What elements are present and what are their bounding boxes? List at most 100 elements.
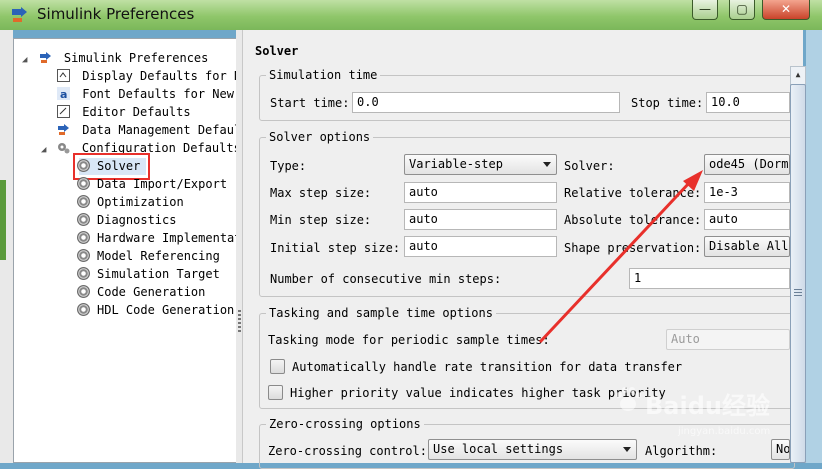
zero-crossing-control-dropdown[interactable]: Use local settings xyxy=(428,439,637,460)
simulink-app-icon xyxy=(10,6,30,24)
shape-preservation-dropdown[interactable]: Disable All xyxy=(704,236,790,257)
window-title: Simulink Preferences xyxy=(37,5,195,23)
algorithm-dropdown[interactable]: No xyxy=(771,439,790,460)
tree-item-label: Solver xyxy=(97,159,141,173)
tasking-options-legend: Tasking and sample time options xyxy=(266,305,496,321)
scroll-up-arrow-icon[interactable]: ▲ xyxy=(790,66,806,83)
gear-icon xyxy=(77,303,90,316)
min-step-size-label: Min step size: xyxy=(270,213,372,227)
max-step-size-label: Max step size: xyxy=(270,186,372,200)
panel-splitter[interactable] xyxy=(236,30,243,463)
stop-time-label: Stop time: xyxy=(631,96,704,110)
collapse-arrow-icon[interactable]: ◢ xyxy=(22,55,27,65)
gear-icon xyxy=(77,177,90,190)
max-step-size-field[interactable]: auto xyxy=(404,182,557,203)
initial-step-size-field[interactable]: auto xyxy=(404,236,557,257)
simulink-root-icon xyxy=(39,52,51,63)
splitter-grip-icon[interactable] xyxy=(238,310,241,332)
scrollbar-grip-icon xyxy=(794,289,802,298)
tree-item-label: Simulation Target xyxy=(97,267,220,281)
maximize-button[interactable]: ▢ xyxy=(729,0,755,20)
type-dropdown[interactable]: Variable-step xyxy=(404,154,557,175)
tree-item-solver[interactable]: Solver xyxy=(77,157,140,175)
priority-label: Higher priority value indicates higher t… xyxy=(290,386,666,400)
tree-item-simulation-target[interactable]: Simulation Target xyxy=(77,265,220,283)
gear-icon xyxy=(77,285,90,298)
type-label: Type: xyxy=(270,159,307,173)
minimize-button[interactable]: — xyxy=(692,0,718,20)
algorithm-label: Algorithm: xyxy=(645,444,718,458)
tree-item-display-defaults[interactable]: Display Defaults for New xyxy=(57,67,256,85)
gear-icon xyxy=(77,159,90,172)
zero-crossing-control-value: Use local settings xyxy=(433,442,564,456)
consecutive-min-steps-field[interactable]: 1 xyxy=(629,268,790,289)
rate-transition-label: Automatically handle rate transition for… xyxy=(292,360,683,374)
initial-step-size-label: Initial step size: xyxy=(270,241,401,255)
font-defaults-icon: a xyxy=(57,87,70,100)
tree-item-label: Editor Defaults xyxy=(82,105,191,119)
tree-item-data-management[interactable]: Data Management Default xyxy=(57,121,248,139)
editor-defaults-icon xyxy=(57,105,70,118)
tree-item-label: Font Defaults for New M xyxy=(82,87,249,101)
type-dropdown-value: Variable-step xyxy=(409,157,503,171)
tree-item-label: Optimization xyxy=(97,195,184,209)
tree-item-editor-defaults[interactable]: Editor Defaults xyxy=(57,103,191,121)
relative-tolerance-label: Relative tolerance: xyxy=(564,186,702,200)
gear-icon xyxy=(77,267,90,280)
simulation-time-legend: Simulation time xyxy=(266,67,381,83)
tree-item-diagnostics[interactable]: Diagnostics xyxy=(77,211,176,229)
rate-transition-checkbox[interactable] xyxy=(270,359,285,374)
tree-item-label: Diagnostics xyxy=(97,213,177,227)
priority-checkbox[interactable] xyxy=(268,385,283,400)
min-step-size-field[interactable]: auto xyxy=(404,209,557,230)
relative-tolerance-field[interactable]: 1e-3 xyxy=(704,182,790,203)
tree-item-label: Code Generation xyxy=(97,285,206,299)
absolute-tolerance-label: Absolute tolerance: xyxy=(564,213,702,227)
start-time-label: Start time: xyxy=(270,96,350,110)
absolute-tolerance-field[interactable]: auto xyxy=(704,209,790,230)
start-time-field[interactable]: 0.0 xyxy=(352,92,620,113)
tree-item-data-import-export[interactable]: Data Import/Export xyxy=(77,175,227,193)
tree-item-model-referencing[interactable]: Model Referencing xyxy=(77,247,220,265)
zero-crossing-legend: Zero-crossing options xyxy=(266,416,424,432)
watermark-brand: Baidu经验 xyxy=(645,392,770,420)
chevron-down-icon xyxy=(543,162,551,167)
tasking-mode-label: Tasking mode for periodic sample times: xyxy=(268,333,550,347)
solver-label: Solver: xyxy=(564,159,615,173)
stop-time-field[interactable]: 10.0 xyxy=(706,92,790,113)
tree-item-hardware-implementation[interactable]: Hardware Implementati xyxy=(77,229,249,247)
scrollbar-thumb[interactable] xyxy=(790,84,806,463)
tree-item-label: Data Management Default xyxy=(82,123,249,137)
zero-crossing-control-label: Zero-crossing control: xyxy=(268,444,427,458)
window-right-edge xyxy=(806,30,822,463)
shape-preservation-label: Shape preservation: xyxy=(564,241,702,255)
gear-icon xyxy=(77,195,90,208)
solver-dropdown[interactable]: ode45 (Dorma xyxy=(704,154,790,175)
chevron-down-icon xyxy=(623,447,631,452)
gear-icon xyxy=(77,249,90,262)
solver-options-legend: Solver options xyxy=(266,129,374,145)
display-defaults-icon xyxy=(57,69,70,82)
data-management-icon xyxy=(58,124,69,135)
gear-icon xyxy=(77,231,90,244)
svg-text:a: a xyxy=(60,88,67,100)
tree-item-font-defaults[interactable]: a Font Defaults for New M xyxy=(57,85,248,103)
tree-item-optimization[interactable]: Optimization xyxy=(77,193,184,211)
tree-item-label: HDL Code Generation xyxy=(97,303,235,317)
gear-icon xyxy=(77,213,90,226)
baidu-paw-icon xyxy=(613,385,643,416)
background-window-strip xyxy=(0,180,6,260)
tree-root[interactable]: ◢ Simulink Preferences xyxy=(22,49,208,67)
tree-item-label: Hardware Implementati xyxy=(97,231,249,245)
configuration-gear-icon xyxy=(57,143,70,154)
tree-root-label: Simulink Preferences xyxy=(63,51,209,65)
page-title: Solver xyxy=(255,44,299,58)
tree-item-hdl-code-generation[interactable]: HDL Code Generation xyxy=(77,301,234,319)
close-button[interactable]: ✕ xyxy=(762,0,810,20)
collapse-arrow-icon[interactable]: ◢ xyxy=(41,145,46,155)
consecutive-min-steps-label: Number of consecutive min steps: xyxy=(270,272,502,286)
tree-item-label: Model Referencing xyxy=(97,249,220,263)
tree-item-code-generation[interactable]: Code Generation xyxy=(77,283,205,301)
tree-item-label: Data Import/Export xyxy=(97,177,228,191)
tasking-mode-dropdown[interactable]: Auto xyxy=(666,329,790,350)
